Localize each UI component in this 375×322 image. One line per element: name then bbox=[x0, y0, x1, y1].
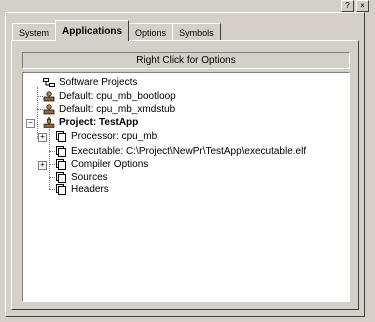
tab-options-label: Options bbox=[135, 27, 167, 38]
tree-node-executable[interactable]: Executable: C:\Project\NewPr\TestApp\exe… bbox=[55, 145, 306, 157]
tab-symbols-label: Symbols bbox=[179, 27, 214, 38]
tab-applications-label: Applications bbox=[62, 25, 123, 37]
tree-node-default-xmdstub[interactable]: Default: cpu_mb_xmdstub bbox=[43, 103, 175, 115]
tree-node-label: Headers bbox=[71, 183, 109, 195]
tab-symbols[interactable]: Symbols bbox=[172, 23, 221, 41]
tab-system[interactable]: System bbox=[12, 23, 57, 41]
document-icon bbox=[56, 145, 66, 157]
project-tree[interactable]: Software Projects Default: cpu_mb_bootlo… bbox=[22, 72, 350, 302]
tab-applications[interactable]: Applications bbox=[55, 20, 130, 41]
tree-line bbox=[49, 129, 50, 189]
right-click-hint-label: Right Click for Options bbox=[136, 55, 236, 66]
folder-tree-icon bbox=[43, 77, 55, 87]
tree-node-label: Sources bbox=[71, 171, 108, 183]
tree-node-label: Software Projects bbox=[59, 76, 138, 88]
document-icon bbox=[56, 171, 66, 183]
tree-node-processor[interactable]: Processor: cpu_mb bbox=[55, 130, 157, 142]
app-icon bbox=[43, 116, 55, 128]
window-controls: ? × bbox=[341, 0, 369, 12]
document-icon bbox=[56, 130, 66, 142]
tree-node-label: Executable: C:\Project\NewPr\TestApp\exe… bbox=[71, 145, 307, 157]
right-click-hint[interactable]: Right Click for Options bbox=[22, 52, 350, 69]
applications-panel: Right Click for Options Software Project… bbox=[11, 40, 359, 310]
tree-node-label: Processor: cpu_mb bbox=[71, 130, 158, 142]
tree-node-label: Default: cpu_mb_bootloop bbox=[59, 90, 176, 102]
expand-toggle[interactable]: + bbox=[38, 133, 47, 142]
collapse-toggle[interactable]: − bbox=[26, 119, 35, 128]
document-icon bbox=[56, 158, 66, 170]
close-button[interactable]: × bbox=[356, 0, 369, 12]
tree-node-label: Default: cpu_mb_xmdstub bbox=[59, 103, 176, 115]
tab-system-label: System bbox=[19, 27, 50, 38]
tab-strip: System Applications Options Symbols bbox=[12, 18, 221, 41]
expand-toggle[interactable]: + bbox=[38, 161, 47, 170]
app-icon bbox=[43, 90, 55, 101]
tree-node-label: Project: TestApp bbox=[59, 116, 139, 128]
help-button[interactable]: ? bbox=[341, 0, 354, 12]
app-icon bbox=[43, 103, 55, 114]
tree-node-project-testapp[interactable]: Project: TestApp bbox=[43, 116, 138, 128]
tree-line bbox=[37, 87, 38, 139]
document-icon bbox=[56, 183, 66, 195]
tree-node-compiler-options[interactable]: Compiler Options bbox=[55, 158, 148, 170]
tree-node-default-bootloop[interactable]: Default: cpu_mb_bootloop bbox=[43, 90, 176, 102]
tree-node-label: Compiler Options bbox=[71, 158, 149, 170]
tree-node-sources[interactable]: Sources bbox=[55, 171, 108, 183]
tree-node-software-projects[interactable]: Software Projects bbox=[43, 76, 137, 88]
tree-node-headers[interactable]: Headers bbox=[55, 183, 109, 195]
tab-options[interactable]: Options bbox=[128, 23, 174, 41]
